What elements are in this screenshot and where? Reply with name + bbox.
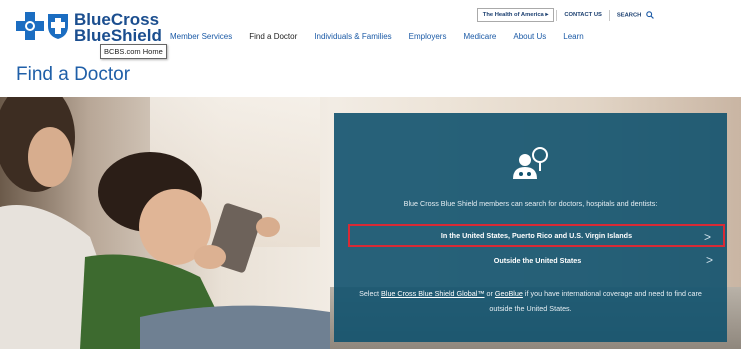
- nav-find-a-doctor[interactable]: Find a Doctor: [249, 32, 297, 41]
- nav-employers[interactable]: Employers: [409, 32, 447, 41]
- footer-text-mid: or: [484, 289, 495, 298]
- nav-learn[interactable]: Learn: [563, 32, 583, 41]
- site-header: BlueCross BlueShield BCBS.com Home The H…: [0, 0, 741, 59]
- search-label: SEARCH: [616, 12, 642, 19]
- nav-about-us[interactable]: About Us: [513, 32, 546, 41]
- search-link[interactable]: SEARCH: [612, 8, 659, 22]
- utility-divider: [608, 9, 610, 21]
- hero-banner: Blue Cross Blue Shield members can searc…: [0, 97, 741, 349]
- logo-wordmark: BlueCross BlueShield: [74, 11, 162, 45]
- chevron-right-icon: >: [705, 253, 713, 267]
- nav-individuals-families[interactable]: Individuals & Families: [314, 32, 391, 41]
- doctor-location-icon: [513, 147, 548, 179]
- us-search-label: In the United States, Puerto Rico and U.…: [440, 231, 633, 240]
- us-search-option[interactable]: In the United States, Puerto Rico and U.…: [348, 224, 725, 247]
- international-search-option[interactable]: Outside the United States >: [350, 249, 725, 272]
- utility-nav: The Health of America ▸ CONTACT US SEARC…: [476, 8, 659, 22]
- home-tooltip: BCBS.com Home: [100, 44, 167, 59]
- chevron-right-icon: >: [703, 230, 711, 244]
- nav-medicare[interactable]: Medicare: [463, 32, 496, 41]
- nav-member-services[interactable]: Member Services: [170, 32, 232, 41]
- international-coverage-note: Select Blue Cross Blue Shield Global™ or…: [348, 286, 713, 316]
- bcbs-logo[interactable]: BlueCross BlueShield BCBS.com Home: [16, 11, 167, 59]
- health-of-america-link[interactable]: The Health of America ▸: [476, 8, 555, 22]
- contact-us-link[interactable]: CONTACT US: [559, 9, 607, 21]
- page-title: Find a Doctor: [16, 64, 131, 85]
- utility-divider: [556, 9, 558, 21]
- main-nav: Member Services Find a Doctor Individual…: [170, 32, 601, 41]
- panel-intro-text: Blue Cross Blue Shield members can searc…: [403, 199, 658, 208]
- blue-shield-icon: [48, 14, 68, 39]
- geoblue-link[interactable]: GeoBlue: [495, 289, 523, 298]
- international-search-label: Outside the United States: [493, 256, 582, 265]
- hero-photo-family: [0, 97, 330, 349]
- search-icon: [646, 11, 654, 19]
- find-doctor-panel: Blue Cross Blue Shield members can searc…: [334, 113, 727, 342]
- blue-cross-icon: [16, 12, 44, 40]
- logo-line-2: BlueShield: [74, 26, 162, 45]
- bcbs-global-link[interactable]: Blue Cross Blue Shield Global™: [381, 289, 484, 298]
- footer-text-pre: Select: [359, 289, 382, 298]
